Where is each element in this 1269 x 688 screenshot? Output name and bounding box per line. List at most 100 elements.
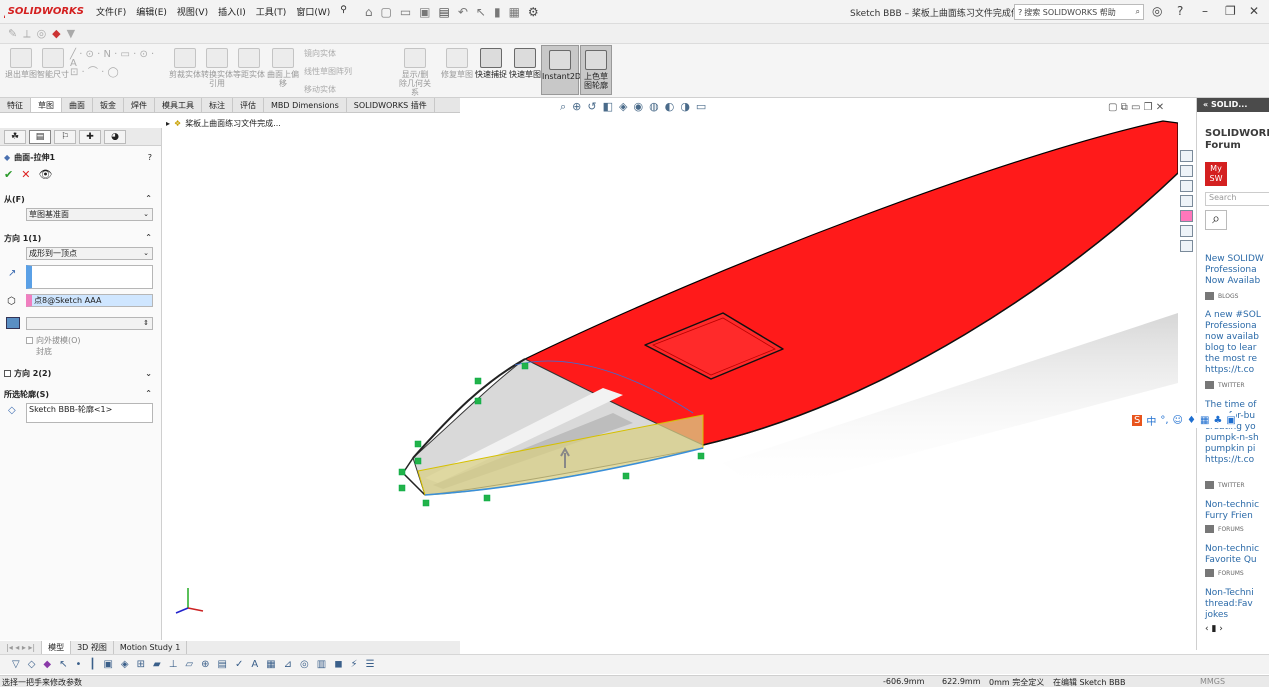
filter-planes-icon[interactable]: ▱	[185, 659, 193, 670]
repair-sketch-button[interactable]: 修复草图	[440, 48, 474, 79]
home-icon[interactable]: ⌂	[365, 5, 373, 19]
open-icon[interactable]: ▭	[400, 5, 411, 19]
ime-punct-icon[interactable]: °,	[1160, 415, 1168, 426]
sketch-handle[interactable]	[474, 377, 482, 385]
mysw-logo[interactable]: My SW	[1205, 162, 1227, 186]
tab-model[interactable]: 模型	[42, 641, 72, 654]
appearances-icon[interactable]	[1179, 210, 1193, 222]
menu-file[interactable]: 文件(F)	[96, 5, 126, 18]
convert-entities-button[interactable]: 转换实体引用	[200, 48, 234, 88]
draft-angle-spinner[interactable]: ⇕	[26, 317, 153, 330]
dimxpert-tab-icon[interactable]: ✚	[79, 130, 101, 144]
feed-item[interactable]: Non-technic Furry Frien	[1205, 500, 1269, 522]
feed-pager[interactable]: ‹ ▮ ›	[1205, 624, 1265, 634]
ime-voice-icon[interactable]: ♦	[1187, 415, 1196, 426]
sketch-handle[interactable]	[697, 452, 705, 460]
apply-scene-icon[interactable]: ◑	[680, 100, 690, 114]
resources-tab-icon[interactable]	[1179, 165, 1193, 177]
zoom-to-fit-icon[interactable]: ⌕	[560, 100, 566, 114]
minimize-icon[interactable]: –	[1202, 4, 1208, 18]
feed-item[interactable]: The time ofcozy-for-bucreating yopumpk-n…	[1205, 400, 1269, 466]
sketch-handle[interactable]	[422, 499, 430, 507]
feed-item[interactable]: A new #SOL Professiona now availab blog to …	[1205, 310, 1269, 376]
display-style-icon[interactable]: ◉	[633, 100, 643, 114]
direction-vector-field[interactable]	[26, 265, 153, 289]
previous-view-icon[interactable]: ↺	[587, 100, 596, 114]
cancel-icon[interactable]: ✕	[21, 168, 30, 181]
feed-item[interactable]: Non-Techni thread:Fav jokes	[1205, 588, 1269, 621]
config-manager-tab-icon[interactable]: ⚐	[54, 130, 76, 144]
ime-emoji-icon[interactable]: ☺	[1173, 415, 1183, 426]
filter-icon[interactable]: ▼	[67, 27, 75, 40]
expand-arrow-icon[interactable]: ▸	[166, 119, 170, 128]
tab-mbd-dimensions[interactable]: MBD Dimensions	[264, 98, 347, 112]
menu-tools[interactable]: 工具(T)	[256, 5, 287, 18]
tab-surfaces[interactable]: 曲面	[62, 98, 93, 112]
filter-tables-icon[interactable]: ▥	[317, 659, 326, 670]
sketch-handle[interactable]	[521, 362, 529, 370]
print-icon[interactable]: ▤	[439, 5, 450, 19]
exit-sketch-button[interactable]: 退出草图	[4, 48, 38, 79]
design-library-icon[interactable]	[1179, 180, 1193, 192]
filter-origins-icon[interactable]: ⊕	[201, 659, 209, 670]
sketch-handle[interactable]	[474, 397, 482, 405]
selected-contours-field[interactable]: Sketch BBB-轮廓<1>	[26, 403, 153, 423]
viewport-controls[interactable]: ▢ ⧉ ▭ ❐ ✕	[1108, 102, 1164, 113]
display-relations-button[interactable]: 显示/删除几何关系	[398, 48, 432, 97]
property-manager-tab-icon[interactable]: ▤	[29, 130, 51, 144]
filter-vertices-icon[interactable]: ↖	[59, 659, 67, 670]
from-select[interactable]: 草图基准面 ⌄	[26, 208, 153, 221]
forum-search-input[interactable]: Search	[1205, 192, 1269, 206]
filter-icon[interactable]: ▽	[12, 659, 20, 670]
view-orientation-icon[interactable]: ◈	[619, 100, 627, 114]
filter-balloons-icon[interactable]: ◎	[300, 659, 309, 670]
sketch-entity-tools[interactable]: ╱ · ⊙ · N · ▭ · ⊙ · A ⊡ · ⌒ · ◯	[70, 50, 160, 78]
ime-menu-icon[interactable]: ▣	[1226, 415, 1235, 426]
filter-datum-icon[interactable]: ⊿	[284, 659, 292, 670]
menu-edit[interactable]: 编辑(E)	[136, 5, 167, 18]
end-condition-select[interactable]: 成形到一顶点 ⌄	[26, 247, 153, 260]
shaded-contours-button[interactable]: 上色草图轮廓	[580, 45, 612, 95]
contours-section[interactable]: 所选轮廓(S) ⌃	[4, 389, 158, 400]
rebuild-icon[interactable]: ▮	[494, 5, 501, 19]
feature-manager-tab-icon[interactable]: ☘	[4, 130, 26, 144]
menu-view[interactable]: 视图(V)	[177, 5, 208, 18]
ime-lang-icon[interactable]: 中	[1146, 413, 1156, 428]
help-search-input[interactable]: ? 搜索 SOLIDWORKS 帮助 ⌕	[1014, 4, 1144, 20]
pin-icon[interactable]: ⚲	[340, 5, 347, 18]
menu-insert[interactable]: 插入(I)	[218, 5, 246, 18]
cap-end-checkbox[interactable]: 封底	[26, 346, 52, 357]
tab-mold-tools[interactable]: 模具工具	[155, 98, 202, 112]
filter-edges-icon[interactable]: ◇	[28, 659, 36, 670]
select-icon[interactable]: ↖	[476, 5, 486, 19]
status-units[interactable]: MMGS	[1200, 677, 1225, 686]
new-icon[interactable]: ▢	[380, 5, 391, 19]
collapse-icon[interactable]: ⌃	[145, 233, 152, 242]
collapse-pane-icon[interactable]: «	[1203, 100, 1208, 109]
edit-appearance-icon[interactable]: ◐	[665, 100, 675, 114]
view-settings-icon[interactable]: ▭	[696, 100, 706, 114]
filter-welds-icon[interactable]: ✓	[235, 659, 243, 670]
direction2-checkbox[interactable]	[4, 370, 11, 377]
section-view-icon[interactable]: ◧	[603, 100, 613, 114]
rapid-sketch-button[interactable]: 快速草图	[508, 48, 542, 79]
filter-centerpoints-icon[interactable]: ◈	[121, 659, 129, 670]
filter-faces-icon[interactable]: ◆	[43, 659, 51, 670]
close-icon[interactable]: ✕	[1249, 4, 1259, 18]
collapse-icon[interactable]: ⌃	[145, 389, 152, 398]
save-icon[interactable]: ▣	[419, 5, 430, 19]
feed-item[interactable]: Non-technic Favorite Qu	[1205, 544, 1269, 566]
tab-motion-study[interactable]: Motion Study 1	[114, 641, 188, 654]
forum-icon[interactable]	[1179, 240, 1193, 252]
filter-axes-icon[interactable]: ⊥	[169, 659, 178, 670]
filter-text-icon[interactable]: A	[251, 659, 258, 670]
sketch-handle[interactable]	[414, 457, 422, 465]
tab-sheet-metal[interactable]: 钣金	[93, 98, 124, 112]
pm-help-icon[interactable]: ?	[148, 153, 152, 162]
collapse-icon[interactable]: ⌃	[145, 194, 152, 203]
linear-pattern-item[interactable]: 线性草图阵列	[304, 66, 352, 77]
expand-icon[interactable]: ⌄	[145, 369, 152, 378]
appearance-icon[interactable]: ◆	[52, 27, 60, 40]
hide-show-icon[interactable]: ◍	[649, 100, 659, 114]
preview-eye-icon[interactable]: 👁	[38, 168, 52, 181]
